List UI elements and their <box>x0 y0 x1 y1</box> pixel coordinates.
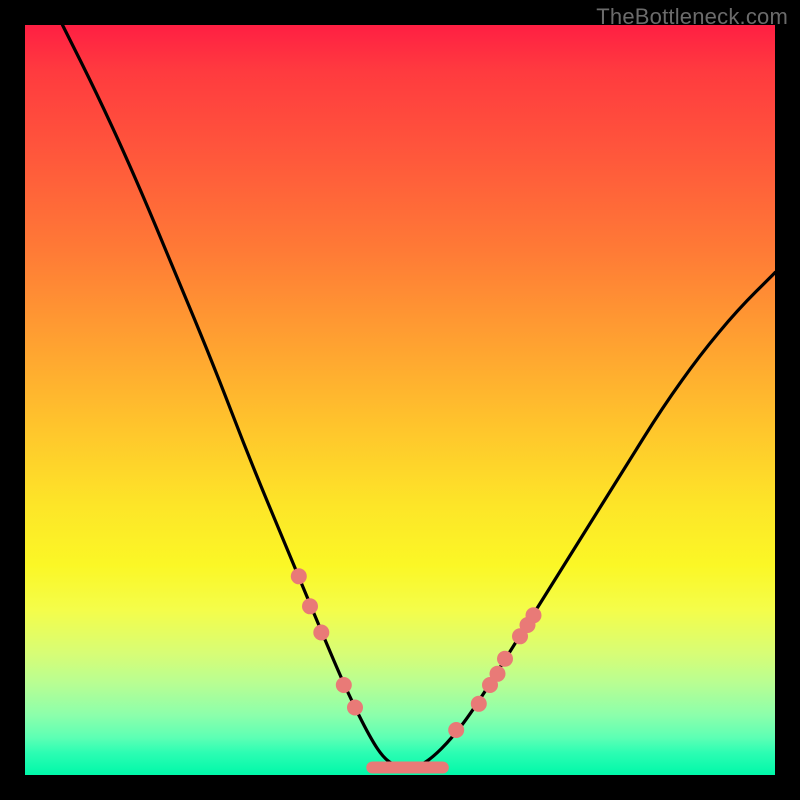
right-dot-4 <box>490 666 506 682</box>
right-dot-5 <box>497 651 513 667</box>
plot-area <box>25 25 775 775</box>
watermark-text: TheBottleneck.com <box>596 4 788 30</box>
left-dot-2 <box>302 598 318 614</box>
right-dot-8 <box>526 607 542 623</box>
valley-bar <box>366 762 449 774</box>
bottleneck-curve <box>63 25 776 768</box>
left-dot-4 <box>336 677 352 693</box>
left-dot-3 <box>313 625 329 641</box>
right-dot-2 <box>471 696 487 712</box>
markers-group <box>291 568 542 738</box>
left-dot-5 <box>347 700 363 716</box>
right-dot-1 <box>448 722 464 738</box>
chart-svg <box>25 25 775 775</box>
valley-bar <box>366 762 449 774</box>
left-dot-1 <box>291 568 307 584</box>
chart-frame: TheBottleneck.com <box>0 0 800 800</box>
curve-group <box>63 25 776 768</box>
